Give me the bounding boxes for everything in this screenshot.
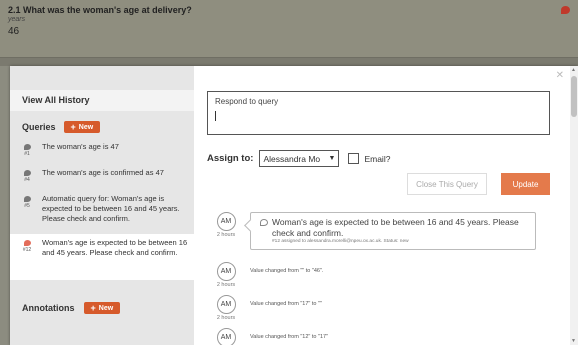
- history-sidebar: View All History Queries + New #1 The wo…: [10, 66, 194, 345]
- query-number: #4: [24, 177, 30, 183]
- query-list-item-selected[interactable]: #12 Woman's age is expected to be betwee…: [10, 234, 194, 280]
- comment-icon: [23, 196, 31, 202]
- query-text: Woman's age is expected to be between 16…: [42, 238, 188, 257]
- plus-icon: +: [70, 122, 76, 132]
- avatar: AM: [216, 212, 236, 231]
- query-modal: View All History Queries + New #1 The wo…: [10, 66, 578, 345]
- scroll-thumb[interactable]: [571, 76, 577, 117]
- comment-icon: [260, 219, 268, 226]
- query-flag-icon[interactable]: [561, 6, 570, 14]
- chevron-down-icon: ▼: [328, 155, 336, 162]
- query-number: #12: [22, 247, 32, 253]
- email-label: Email?: [364, 153, 391, 164]
- query-card-text: Woman's age is expected to be between 16…: [272, 217, 519, 238]
- history-entry: AM Value changed from "12" to "17": [212, 328, 552, 345]
- entry-time: 2 hours: [216, 282, 236, 288]
- entry-time: 2 hours: [216, 232, 236, 238]
- new-query-label: New: [78, 123, 94, 131]
- query-list-item[interactable]: #4 The woman's age is confirmed as 47: [20, 168, 194, 183]
- query-text: The woman's age is 47: [42, 142, 119, 151]
- query-list-item[interactable]: #5 Automatic query for: Woman's age is e…: [20, 194, 194, 224]
- history-entry: AM 2 hours Value changed from "" to "46"…: [212, 262, 552, 288]
- close-icon[interactable]: ✕: [556, 70, 564, 81]
- close-query-button[interactable]: Close This Query: [407, 173, 487, 195]
- comment-icon: [23, 170, 31, 176]
- comment-icon: [23, 240, 31, 246]
- scroll-down-icon[interactable]: ▼: [571, 338, 576, 344]
- query-number: #1: [24, 151, 30, 157]
- queries-label: Queries: [22, 122, 56, 132]
- assign-row: Assign to: Alessandra Mo ▼ Email?: [207, 150, 390, 167]
- assignee-value: Alessandra Mo: [263, 153, 321, 164]
- history-entry: AM 2 hours Value changed from "17" to "": [212, 295, 552, 321]
- query-list-item[interactable]: #1 The woman's age is 47: [20, 142, 194, 157]
- question-unit: years: [8, 16, 26, 23]
- question-header: 2.1 What was the woman's age at delivery…: [0, 0, 578, 58]
- avatar: AM: [216, 262, 236, 281]
- query-text: The woman's age is confirmed as 47: [42, 168, 164, 177]
- query-card-meta: #12 assigned to alessandra.morelli@npeu.…: [272, 239, 409, 244]
- text-caret: [215, 111, 216, 121]
- avatar: AM: [216, 328, 236, 345]
- query-card: Woman's age is expected to be between 16…: [250, 212, 536, 250]
- new-annotation-button[interactable]: + New: [83, 302, 121, 314]
- modal-scrollbar[interactable]: ▲ ▼: [570, 66, 578, 345]
- history-text: Value changed from "12" to "17": [250, 334, 329, 340]
- assignee-select[interactable]: Alessandra Mo ▼: [259, 150, 340, 167]
- new-annotation-label: New: [98, 304, 114, 312]
- queries-header: Queries + New: [22, 121, 101, 133]
- new-query-button[interactable]: + New: [63, 121, 101, 133]
- history-entry: AM 2 hours Woman's age is expected to be…: [212, 212, 552, 250]
- respond-placeholder: Respond to query: [215, 97, 279, 106]
- history-text: Value changed from "17" to "": [250, 301, 322, 307]
- history-text: Value changed from "" to "46".: [250, 268, 324, 274]
- update-button[interactable]: Update: [501, 173, 550, 195]
- comment-icon: [23, 144, 31, 150]
- annotations-label: Annotations: [22, 303, 75, 313]
- assign-label: Assign to:: [207, 153, 254, 164]
- question-title: 2.1 What was the woman's age at delivery…: [8, 5, 192, 15]
- respond-textarea[interactable]: Respond to query: [207, 91, 550, 135]
- entry-time: 2 hours: [216, 315, 236, 321]
- query-number: #5: [24, 203, 30, 209]
- scroll-up-icon[interactable]: ▲: [571, 67, 576, 73]
- email-checkbox[interactable]: [348, 153, 360, 164]
- annotations-header: Annotations + New: [22, 302, 121, 314]
- avatar: AM: [216, 295, 236, 314]
- overlay-band: [0, 58, 578, 66]
- query-text: Automatic query for: Woman's age is expe…: [42, 194, 180, 223]
- plus-icon: +: [90, 303, 96, 313]
- question-value: 46: [8, 26, 20, 37]
- view-all-history-link[interactable]: View All History: [10, 90, 194, 111]
